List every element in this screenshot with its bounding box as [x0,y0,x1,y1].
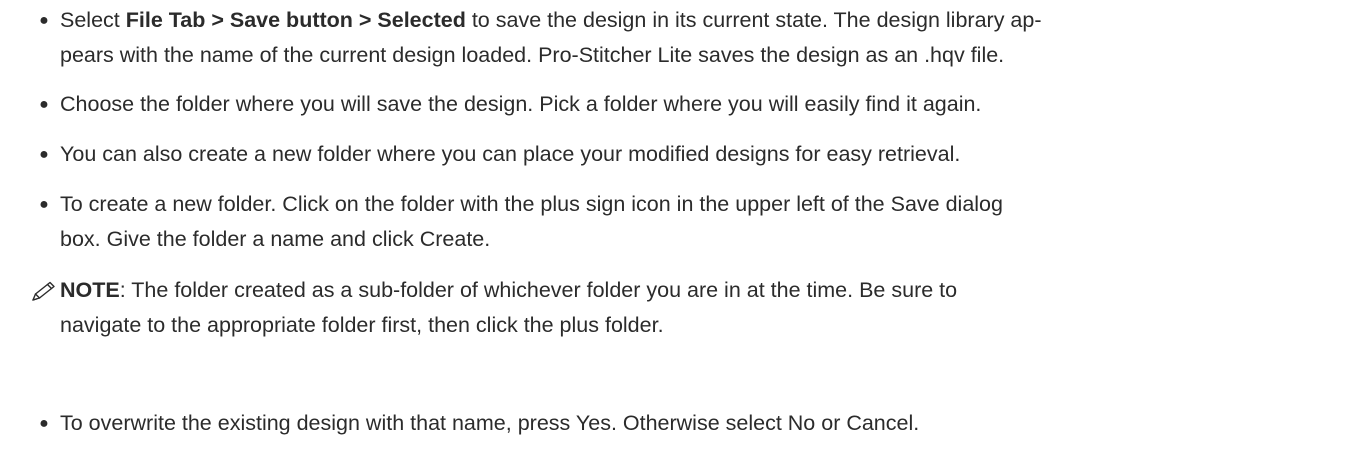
list-item-text: You can also create a new folder where y… [60,142,961,166]
text-continuation: pears with the name of the current desig… [60,43,1005,67]
bullet-marker: ● [39,12,49,29]
bullet-marker: ● [39,146,49,163]
menu-path: File Tab > Save button > Selected [125,8,466,32]
bullet-marker: ● [39,196,49,213]
text-line-2: box. Give the folder a name and click Cr… [60,227,491,251]
bullet-marker: ● [39,415,49,432]
text-prefix: Select [60,8,126,32]
bullet-marker: ● [39,96,49,113]
list-item-text: Select File Tab > Save button > Selected… [60,3,1345,73]
list-item-text: To overwrite the existing design with th… [60,411,920,435]
note-text: NOTE: The folder created as a sub-folder… [60,273,1345,343]
list-item-text: To create a new folder. Click on the fol… [60,187,1345,257]
note-line-2: navigate to the appropriate folder first… [60,313,664,337]
text-suffix: to save the design in its current state.… [465,8,1042,32]
pencil-icon [32,281,55,301]
note-label: NOTE [60,278,120,302]
text-line-1: To create a new folder. Click on the fol… [60,192,1003,216]
list-item-text: Choose the folder where you will save th… [60,92,982,116]
note-line-1: : The folder created as a sub-folder of … [119,278,958,302]
